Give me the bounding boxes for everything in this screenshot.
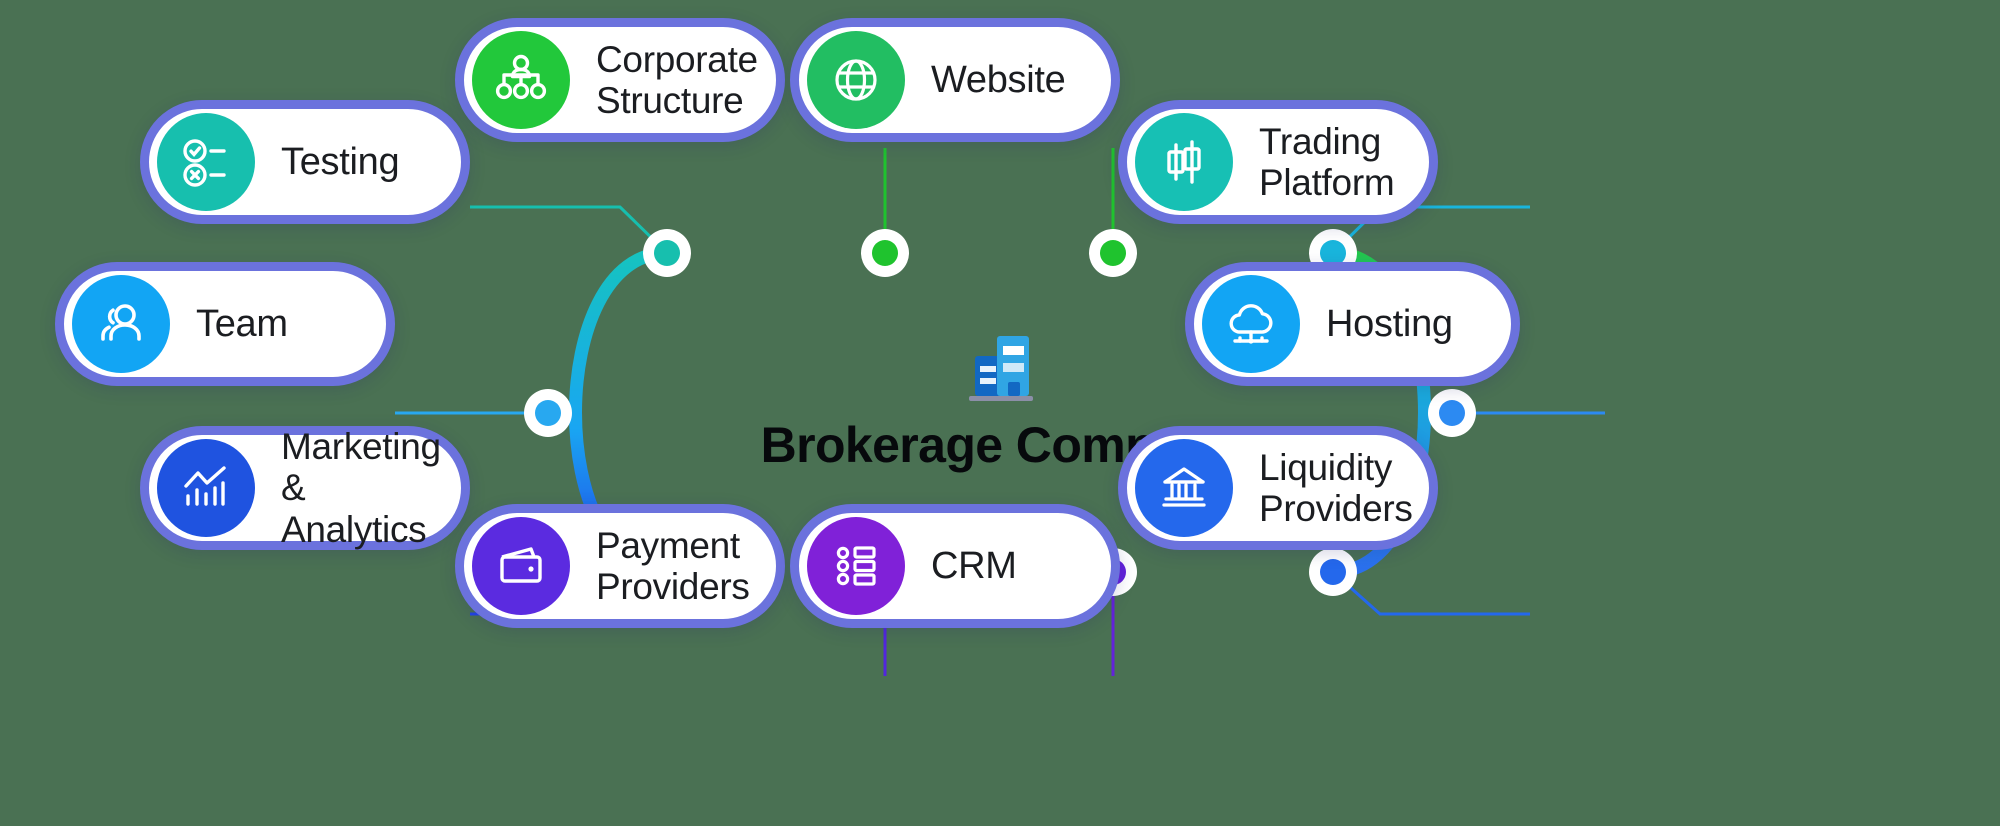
bank-columns-icon bbox=[1135, 439, 1233, 537]
node-card-trading[interactable]: Trading Platform bbox=[1118, 100, 1438, 224]
analytics-chart-icon bbox=[157, 439, 255, 537]
node-label-hosting: Hosting bbox=[1326, 302, 1453, 345]
node-label-payment: Payment Providers bbox=[596, 524, 750, 607]
org-chart-icon bbox=[472, 31, 570, 129]
node-label-marketing: Marketing & Analytics bbox=[281, 425, 441, 550]
connector-testing bbox=[470, 205, 669, 255]
dot-team[interactable] bbox=[524, 389, 572, 437]
dot-hosting[interactable] bbox=[1428, 389, 1476, 437]
node-card-team[interactable]: Team bbox=[55, 262, 395, 386]
node-label-trading: Trading Platform bbox=[1259, 120, 1395, 203]
node-card-website[interactable]: Website bbox=[790, 18, 1120, 142]
node-card-liquidity[interactable]: Liquidity Providers bbox=[1118, 426, 1438, 550]
dot-testing[interactable] bbox=[643, 229, 691, 277]
globe-icon bbox=[807, 31, 905, 129]
dot-corporate[interactable] bbox=[861, 229, 909, 277]
wallet-icon bbox=[472, 517, 570, 615]
node-label-team: Team bbox=[196, 302, 288, 345]
office-building-icon bbox=[969, 336, 1033, 401]
node-label-liquidity: Liquidity Providers bbox=[1259, 446, 1413, 529]
node-card-hosting[interactable]: Hosting bbox=[1185, 262, 1520, 386]
cloud-server-icon bbox=[1202, 275, 1300, 373]
candlestick-icon bbox=[1135, 113, 1233, 211]
node-card-crm[interactable]: CRM bbox=[790, 504, 1120, 628]
list-checklist-icon bbox=[807, 517, 905, 615]
node-card-corporate[interactable]: Corporate Structure bbox=[455, 18, 785, 142]
node-label-crm: CRM bbox=[931, 544, 1017, 587]
dot-liquidity[interactable] bbox=[1309, 548, 1357, 596]
node-label-corporate: Corporate Structure bbox=[596, 38, 758, 121]
test-check-cross-icon bbox=[157, 113, 255, 211]
people-group-icon bbox=[72, 275, 170, 373]
node-card-testing[interactable]: Testing bbox=[140, 100, 470, 224]
dot-website[interactable] bbox=[1089, 229, 1137, 277]
node-label-testing: Testing bbox=[281, 140, 400, 183]
connector-liquidity bbox=[1332, 570, 1530, 616]
node-label-website: Website bbox=[931, 58, 1066, 101]
node-card-marketing[interactable]: Marketing & Analytics bbox=[140, 426, 470, 550]
node-card-payment[interactable]: Payment Providers bbox=[455, 504, 785, 628]
diagram-canvas: Brokerage Company Testing Team Marketing… bbox=[0, 0, 2000, 826]
